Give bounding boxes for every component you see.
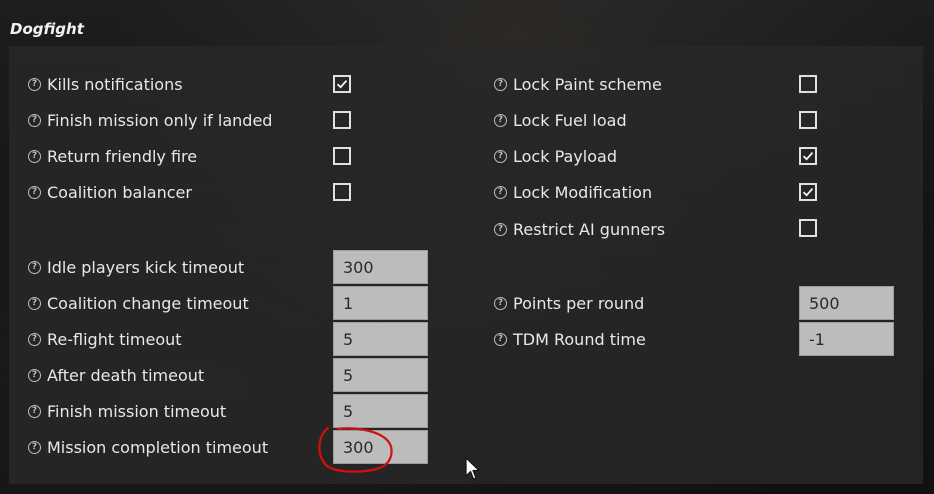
help-icon[interactable]: ? — [28, 440, 41, 454]
help-icon[interactable]: ? — [28, 185, 41, 199]
tdm-round-time-input[interactable]: -1 — [799, 322, 894, 356]
kills-notifications-checkbox[interactable] — [333, 75, 351, 93]
setting-label: Kills notifications — [47, 74, 183, 94]
help-icon[interactable]: ? — [494, 296, 507, 310]
help-icon[interactable]: ? — [28, 260, 41, 274]
help-icon[interactable]: ? — [28, 296, 41, 310]
setting-label: Lock Fuel load — [513, 110, 627, 130]
checkmark-icon — [336, 80, 348, 89]
help-icon[interactable]: ? — [494, 113, 507, 127]
setting-after-death-timeout: ? After death timeout — [28, 357, 204, 393]
setting-return-friendly-fire: ? Return friendly fire — [28, 138, 197, 174]
setting-kills-notifications: ? Kills notifications — [28, 66, 183, 102]
setting-label: Return friendly fire — [47, 146, 198, 166]
setting-label: Coalition balancer — [47, 182, 192, 202]
help-icon[interactable]: ? — [28, 368, 41, 382]
setting-label: Re-flight timeout — [47, 329, 182, 349]
help-icon[interactable]: ? — [28, 113, 41, 127]
setting-label: Lock Payload — [513, 146, 617, 166]
setting-label: Mission completion timeout — [47, 437, 269, 457]
setting-coalition-balancer: ? Coalition balancer — [28, 174, 192, 210]
setting-label: Lock Paint scheme — [513, 74, 662, 94]
setting-label: Finish mission only if landed — [47, 110, 273, 130]
help-icon[interactable]: ? — [494, 149, 507, 163]
setting-lock-paint-scheme: ? Lock Paint scheme — [494, 66, 662, 102]
setting-reflight-timeout: ? Re-flight timeout — [28, 321, 182, 357]
mouse-cursor-icon — [465, 457, 480, 480]
restrict-ai-gunners-checkbox[interactable] — [799, 219, 817, 237]
help-icon[interactable]: ? — [494, 222, 507, 236]
setting-idle-kick-timeout: ? Idle players kick timeout — [28, 249, 244, 285]
checkmark-icon — [802, 188, 814, 197]
setting-finish-only-if-landed: ? Finish mission only if landed — [28, 102, 272, 138]
lock-modification-checkbox[interactable] — [799, 183, 817, 201]
setting-tdm-round-time: ? TDM Round time — [494, 321, 646, 357]
setting-points-per-round: ? Points per round — [494, 285, 644, 321]
setting-label: Finish mission timeout — [47, 401, 227, 421]
finish-mission-timeout-input[interactable]: 5 — [333, 394, 428, 428]
help-icon[interactable]: ? — [494, 185, 507, 199]
red-annotation-circle — [318, 426, 393, 473]
setting-label: Lock Modification — [513, 182, 653, 202]
section-title: Dogfight — [10, 20, 84, 38]
reflight-timeout-input[interactable]: 5 — [333, 322, 428, 356]
help-icon[interactable]: ? — [28, 149, 41, 163]
setting-lock-fuel-load: ? Lock Fuel load — [494, 102, 627, 138]
lock-paint-scheme-checkbox[interactable] — [799, 75, 817, 93]
checkmark-icon — [802, 152, 814, 161]
setting-coalition-change-timeout: ? Coalition change timeout — [28, 285, 249, 321]
points-per-round-input[interactable]: 500 — [799, 286, 894, 320]
coalition-balancer-checkbox[interactable] — [333, 183, 351, 201]
setting-label: After death timeout — [47, 365, 205, 385]
after-death-timeout-input[interactable]: 5 — [333, 358, 428, 392]
help-icon[interactable]: ? — [494, 332, 507, 346]
setting-restrict-ai-gunners: ? Restrict AI gunners — [494, 211, 665, 247]
setting-label: Coalition change timeout — [47, 293, 249, 313]
setting-label: Restrict AI gunners — [513, 219, 666, 239]
setting-label: Idle players kick timeout — [47, 257, 245, 277]
setting-label: Points per round — [513, 293, 645, 313]
idle-kick-timeout-input[interactable]: 300 — [333, 250, 428, 284]
coalition-change-timeout-input[interactable]: 1 — [333, 286, 428, 320]
finish-only-if-landed-checkbox[interactable] — [333, 111, 351, 129]
help-icon[interactable]: ? — [28, 77, 41, 91]
return-friendly-fire-checkbox[interactable] — [333, 147, 351, 165]
help-icon[interactable]: ? — [494, 77, 507, 91]
setting-label: TDM Round time — [513, 329, 646, 349]
setting-lock-modification: ? Lock Modification — [494, 174, 652, 210]
setting-lock-payload: ? Lock Payload — [494, 138, 617, 174]
help-icon[interactable]: ? — [28, 332, 41, 346]
setting-mission-completion-timeout: ? Mission completion timeout — [28, 429, 268, 465]
lock-fuel-load-checkbox[interactable] — [799, 111, 817, 129]
lock-payload-checkbox[interactable] — [799, 147, 817, 165]
help-icon[interactable]: ? — [28, 404, 41, 418]
setting-finish-mission-timeout: ? Finish mission timeout — [28, 393, 226, 429]
